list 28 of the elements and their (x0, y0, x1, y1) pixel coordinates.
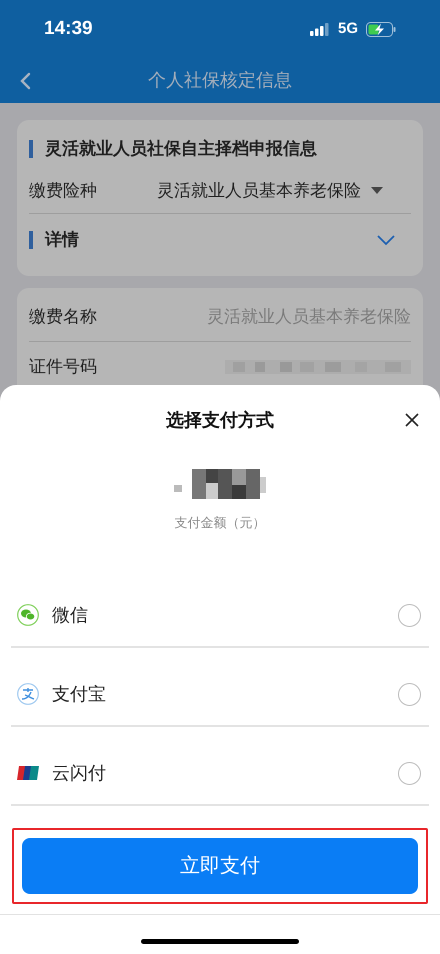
field-label: 缴费险种 (29, 180, 98, 202)
close-icon[interactable] (405, 413, 419, 427)
battery-charging-icon (366, 22, 396, 36)
alipay-logo-icon (17, 683, 39, 705)
status-time: 14:39 (44, 16, 93, 41)
chevron-icon[interactable] (377, 234, 395, 246)
payment-option[interactable]: 微信 (11, 568, 429, 648)
field-label: 证件号码 (29, 356, 97, 378)
back-icon[interactable] (19, 72, 31, 90)
insurance-type-dropdown[interactable]: 灵活就业人员基本养老保险 (157, 178, 383, 204)
amount-label: 支付金额（元） (174, 514, 266, 532)
field-label: 缴费名称 (29, 306, 97, 328)
network-label: 5G (338, 18, 358, 39)
signal-icon (310, 22, 330, 36)
section-title: 详情 (45, 229, 79, 252)
radio-button[interactable] (398, 762, 421, 784)
payment-option[interactable]: 云闪付 (11, 726, 429, 806)
pay-button[interactable]: 立即支付 (22, 838, 418, 894)
radio-button[interactable] (398, 682, 421, 706)
card-logo-icon (17, 766, 39, 780)
radio-button[interactable] (398, 604, 421, 626)
payment-option[interactable]: 支付宝 (11, 648, 429, 726)
page-title: 个人社保核定信息 (148, 69, 292, 92)
section-title: 灵活就业人员社保自主择档申报信息 (45, 138, 317, 160)
field-value: 灵活就业人员基本养老保险 (207, 306, 411, 328)
chat-bubbles-icon (17, 604, 39, 626)
dropdown-icon (371, 187, 383, 194)
sheet-title: 选择支付方式 (166, 408, 274, 432)
